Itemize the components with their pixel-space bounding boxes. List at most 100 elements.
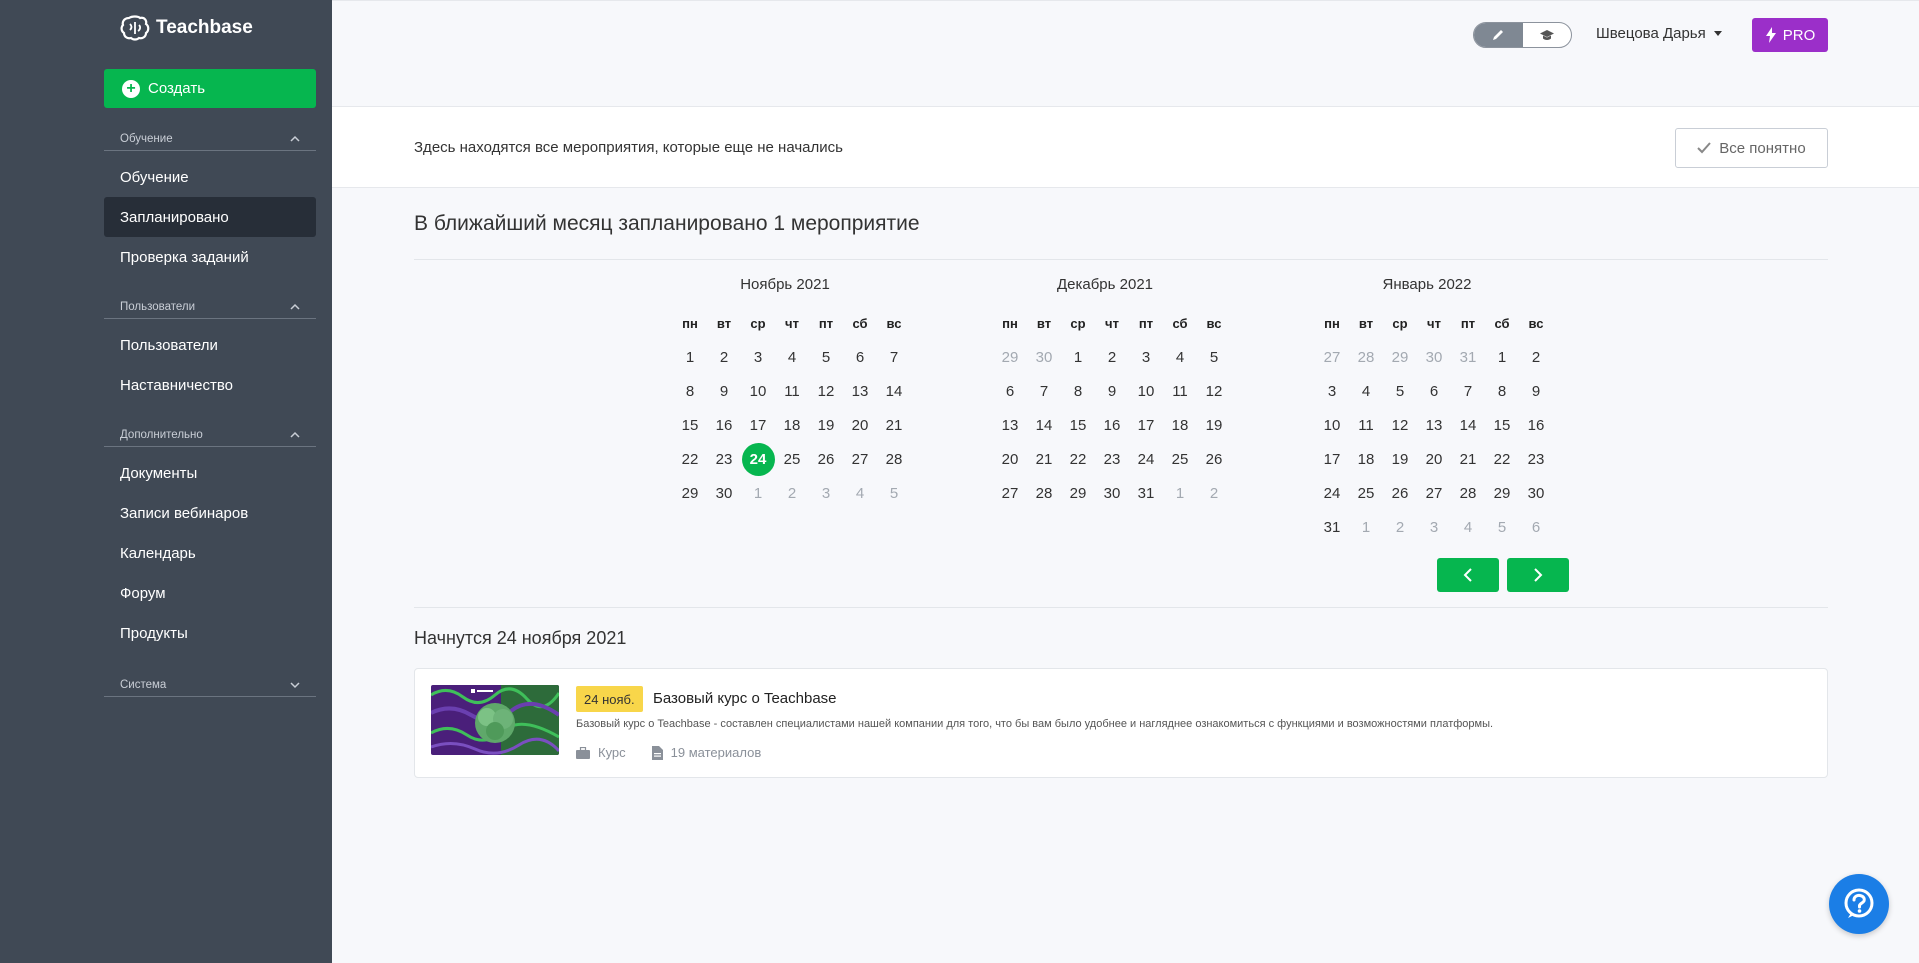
- calendar-day[interactable]: 10: [741, 374, 775, 408]
- calendar-day[interactable]: 11: [775, 374, 809, 408]
- calendar-day[interactable]: 2: [707, 340, 741, 374]
- calendar-day[interactable]: 7: [877, 340, 911, 374]
- event-card[interactable]: 24 нояб. Базовый курс о Teachbase Базовы…: [414, 668, 1828, 778]
- calendar-day[interactable]: 19: [1383, 442, 1417, 476]
- calendar-day[interactable]: 18: [775, 408, 809, 442]
- understood-button[interactable]: Все понятно: [1675, 128, 1828, 168]
- calendar-day[interactable]: 27: [1315, 340, 1349, 374]
- calendar-day[interactable]: 17: [1315, 442, 1349, 476]
- section-header-additional[interactable]: Дополнительно: [104, 423, 316, 447]
- calendar-day[interactable]: 26: [1197, 442, 1231, 476]
- calendar-day[interactable]: 3: [1417, 510, 1451, 544]
- calendar-day[interactable]: 30: [1519, 476, 1553, 510]
- calendar-day[interactable]: 6: [1519, 510, 1553, 544]
- calendar-day[interactable]: 6: [843, 340, 877, 374]
- calendar-day[interactable]: 21: [877, 408, 911, 442]
- create-button[interactable]: + Создать: [104, 69, 316, 108]
- calendar-day[interactable]: 6: [1417, 374, 1451, 408]
- calendar-day[interactable]: 29: [1061, 476, 1095, 510]
- event-title[interactable]: Базовый курс о Teachbase: [653, 690, 837, 707]
- calendar-day[interactable]: 25: [1163, 442, 1197, 476]
- calendar-day[interactable]: 11: [1163, 374, 1197, 408]
- calendar-day[interactable]: 13: [1417, 408, 1451, 442]
- next-month-button[interactable]: [1507, 558, 1569, 592]
- calendar-day[interactable]: 22: [1061, 442, 1095, 476]
- calendar-day[interactable]: 1: [1163, 476, 1197, 510]
- calendar-day[interactable]: 25: [775, 442, 809, 476]
- calendar-day[interactable]: 17: [741, 408, 775, 442]
- calendar-day[interactable]: 24: [1129, 442, 1163, 476]
- calendar-day[interactable]: 28: [1027, 476, 1061, 510]
- user-menu[interactable]: Швецова Дарья: [1596, 25, 1722, 42]
- calendar-day[interactable]: 16: [1095, 408, 1129, 442]
- calendar-day[interactable]: 4: [843, 476, 877, 510]
- calendar-day[interactable]: 22: [1485, 442, 1519, 476]
- calendar-day[interactable]: 4: [775, 340, 809, 374]
- calendar-day[interactable]: 4: [1163, 340, 1197, 374]
- calendar-day[interactable]: 1: [673, 340, 707, 374]
- calendar-day[interactable]: 14: [877, 374, 911, 408]
- calendar-day[interactable]: 23: [707, 442, 741, 476]
- calendar-day[interactable]: 5: [1197, 340, 1231, 374]
- section-header-users[interactable]: Пользователи: [104, 295, 316, 319]
- calendar-day[interactable]: 9: [1519, 374, 1553, 408]
- calendar-day[interactable]: 28: [877, 442, 911, 476]
- calendar-day[interactable]: 1: [1061, 340, 1095, 374]
- calendar-day[interactable]: 2: [775, 476, 809, 510]
- teachbase-logo[interactable]: Teachbase: [120, 14, 253, 42]
- prev-month-button[interactable]: [1437, 558, 1499, 592]
- calendar-day[interactable]: 20: [1417, 442, 1451, 476]
- calendar-day[interactable]: 1: [1485, 340, 1519, 374]
- calendar-day[interactable]: 8: [1061, 374, 1095, 408]
- calendar-day[interactable]: 27: [993, 476, 1027, 510]
- calendar-day[interactable]: 29: [673, 476, 707, 510]
- calendar-day[interactable]: 15: [1061, 408, 1095, 442]
- calendar-day[interactable]: 30: [707, 476, 741, 510]
- calendar-day[interactable]: 21: [1027, 442, 1061, 476]
- calendar-day[interactable]: 13: [843, 374, 877, 408]
- calendar-day[interactable]: 12: [809, 374, 843, 408]
- calendar-day[interactable]: 7: [1451, 374, 1485, 408]
- learn-mode-button[interactable]: [1523, 23, 1572, 47]
- calendar-day[interactable]: 8: [1485, 374, 1519, 408]
- calendar-day[interactable]: 5: [809, 340, 843, 374]
- help-button[interactable]: [1829, 874, 1889, 934]
- calendar-day[interactable]: 6: [993, 374, 1027, 408]
- calendar-day[interactable]: 18: [1163, 408, 1197, 442]
- edit-mode-button[interactable]: [1474, 23, 1523, 47]
- calendar-day[interactable]: 15: [1485, 408, 1519, 442]
- calendar-day[interactable]: 30: [1027, 340, 1061, 374]
- calendar-day[interactable]: 9: [1095, 374, 1129, 408]
- calendar-day[interactable]: 18: [1349, 442, 1383, 476]
- calendar-day[interactable]: 29: [1485, 476, 1519, 510]
- calendar-day[interactable]: 3: [1129, 340, 1163, 374]
- calendar-day[interactable]: 16: [1519, 408, 1553, 442]
- sidebar-item-users[interactable]: Пользователи: [104, 325, 316, 365]
- calendar-day[interactable]: 31: [1451, 340, 1485, 374]
- calendar-day[interactable]: 21: [1451, 442, 1485, 476]
- calendar-day[interactable]: 25: [1349, 476, 1383, 510]
- calendar-day[interactable]: 14: [1027, 408, 1061, 442]
- calendar-day[interactable]: 22: [673, 442, 707, 476]
- calendar-day[interactable]: 3: [741, 340, 775, 374]
- calendar-day[interactable]: 20: [843, 408, 877, 442]
- calendar-day[interactable]: 26: [1383, 476, 1417, 510]
- calendar-day[interactable]: 1: [1349, 510, 1383, 544]
- course-thumbnail[interactable]: [431, 685, 559, 755]
- calendar-day[interactable]: 19: [1197, 408, 1231, 442]
- calendar-day[interactable]: 23: [1519, 442, 1553, 476]
- calendar-day[interactable]: 29: [993, 340, 1027, 374]
- calendar-day[interactable]: 2: [1383, 510, 1417, 544]
- calendar-day[interactable]: 3: [809, 476, 843, 510]
- calendar-day[interactable]: 28: [1349, 340, 1383, 374]
- calendar-day[interactable]: 16: [707, 408, 741, 442]
- calendar-day[interactable]: 9: [707, 374, 741, 408]
- calendar-day[interactable]: 27: [1417, 476, 1451, 510]
- calendar-day[interactable]: 28: [1451, 476, 1485, 510]
- calendar-day[interactable]: 24: [1315, 476, 1349, 510]
- sidebar-item-learning[interactable]: Обучение: [104, 157, 316, 197]
- sidebar-item-documents[interactable]: Документы: [104, 453, 316, 493]
- calendar-day[interactable]: 29: [1383, 340, 1417, 374]
- calendar-day[interactable]: 12: [1383, 408, 1417, 442]
- calendar-day[interactable]: 7: [1027, 374, 1061, 408]
